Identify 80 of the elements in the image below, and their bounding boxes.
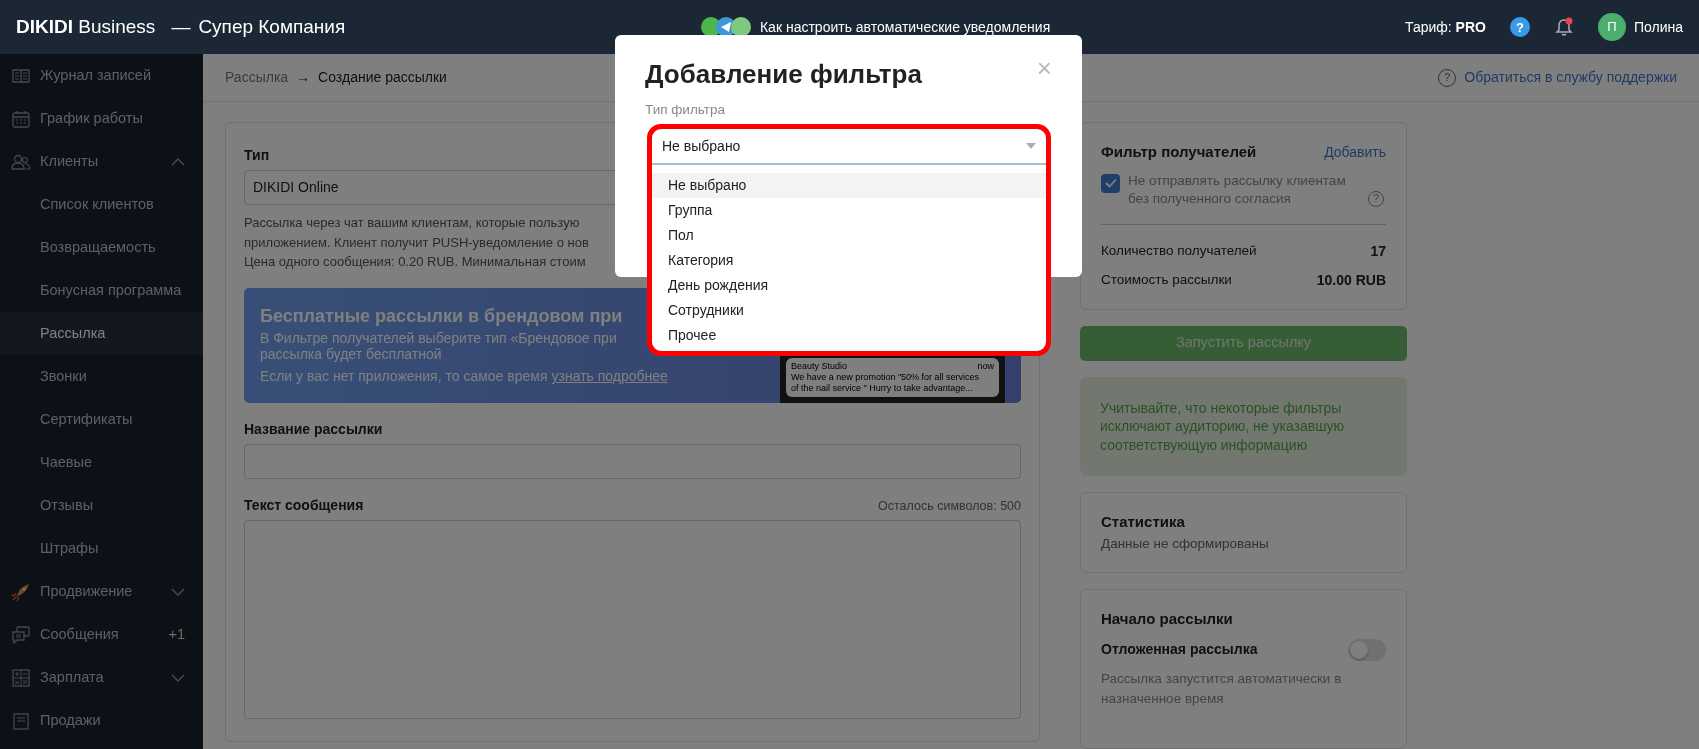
description-text: приложением. Клиент получит PUSH-уведомление о нов [244,233,589,252]
calendar-icon [11,108,31,129]
rocket-icon [11,581,31,602]
message-count: +1 [168,624,185,644]
chat-icon [11,624,31,645]
sidebar-item[interactable]: Зарплата [0,656,203,699]
banner-text: рассылка будет бесплатной [260,346,443,363]
filter-type-select[interactable]: Не выбрано [652,129,1046,165]
time-text: now [977,361,994,373]
dropdown-option[interactable]: Сотрудники [652,298,1046,323]
description-text: Цена одного сообщения: 0.20 RUB. Минимальная стоим [244,253,586,272]
card-title: Начало рассылки [1101,609,1234,629]
sidebar-item[interactable]: Продвижение [0,570,203,613]
dropdown-option[interactable]: День рождения [652,273,1046,298]
dropdown-option[interactable]: Группа [652,198,1046,223]
stat-label: Количество получателей [1101,241,1257,260]
avatar[interactable]: П [1597,13,1626,41]
promo-link[interactable]: Как настроить автоматические уведомления [759,16,1051,38]
notice-text: Учитывайте, что некоторые фильтры исключают аудиторию, не указавшую соответствующую информацию [1080,376,1407,477]
user-name[interactable]: Полина [1633,16,1683,38]
sidebar-item[interactable]: Продажи [0,699,203,742]
banner-text: В Фильтре получателей выберите тип «Брендовое при [260,330,618,347]
description-text: Рассылка через чат вашим клиентам, которые пользую [244,214,580,233]
card-text: Данные не сформированы [1101,534,1270,553]
field-label: Текст сообщения [244,496,364,516]
learn-more-link[interactable]: узнать подробнее [551,366,668,388]
stat-label: Стоимость рассылки [1101,270,1232,289]
field-label: Тип фильтра [645,102,725,118]
dropdown-option[interactable]: Пол [652,223,1046,248]
notification-text: of the nail service " Hurry to take advantage... [791,383,974,395]
dropdown-option[interactable]: Прочее [652,323,1046,348]
sidebar-item[interactable]: Возвращаемость [0,226,203,269]
sidebar-item[interactable]: Чаевые [0,441,203,484]
card-title: Статистика [1101,512,1186,533]
stat-value: 17 [1370,241,1386,261]
sidebar-item[interactable]: График работы [0,97,203,140]
checkbox[interactable] [1101,173,1120,193]
field-label: Тип [244,146,270,166]
close-button[interactable]: × [1036,55,1052,81]
checkbox-label: Не отправлять рассылку клиентам без полученного согласия [1128,171,1347,208]
calculator-icon [11,667,31,688]
add-link[interactable]: Добавить [1324,142,1386,163]
toggle-switch[interactable] [1348,638,1386,661]
card-text: Рассылка запустится автоматически в назначенное время [1101,669,1343,708]
char-counter: Осталось символов: 500 [878,498,1021,516]
app-name: Beauty Studio [791,361,848,373]
dropdown-option[interactable]: Категория [652,248,1046,273]
name-field[interactable] [244,444,1021,480]
register-icon [11,710,31,731]
sidebar-item[interactable]: Сертификаты [0,398,203,441]
toggle-label: Отложенная рассылка [1101,640,1258,659]
notification-text: We have a new promotion "50% for all services [791,372,981,384]
support-link[interactable]: Обратиться в службу поддержки [1464,67,1677,89]
sidebar-item[interactable]: Бонусная программа [0,269,203,312]
field-label: Название рассылки [244,420,384,440]
dropdown-option[interactable]: Не выбрано [652,173,1046,198]
dialog-title: Добавление фильтра [645,58,922,91]
banner-title: Бесплатные рассылки в брендовом при [260,305,624,329]
checkmark-icon [1104,178,1117,189]
sidebar-item[interactable]: Журнал записей [0,54,203,97]
company-name[interactable]: Супер Компания [198,12,346,42]
breadcrumb-link[interactable]: Рассылка [225,67,289,89]
message-field[interactable] [244,520,1021,720]
brand-logo[interactable]: DIKIDI Business [16,12,156,42]
caret-icon [1026,143,1036,149]
sidebar-item[interactable]: Клиенты [0,140,203,183]
banner-text: Если у вас нет приложения, то самое время [260,367,548,387]
arrow-separator: → [296,68,311,88]
sidebar-item[interactable]: Отзывы [0,484,203,527]
sidebar-item[interactable]: Сообщения +1 [0,613,203,656]
plan-label: Тариф: PRO [1404,17,1486,37]
card-title: Фильтр получателей [1101,142,1257,163]
separator-dash: — [171,14,191,39]
breadcrumb-current: Создание рассылки [318,68,447,88]
sidebar-item[interactable]: Штрафы [0,527,203,570]
stat-value: 10.00 RUB [1316,270,1386,290]
sidebar-item[interactable]: Звонки [0,355,203,398]
sidebar-item[interactable]: Список клиентов [0,183,203,226]
help-icon[interactable]: ? [1509,17,1530,37]
sidebar-item[interactable]: Рассылка [0,312,203,355]
